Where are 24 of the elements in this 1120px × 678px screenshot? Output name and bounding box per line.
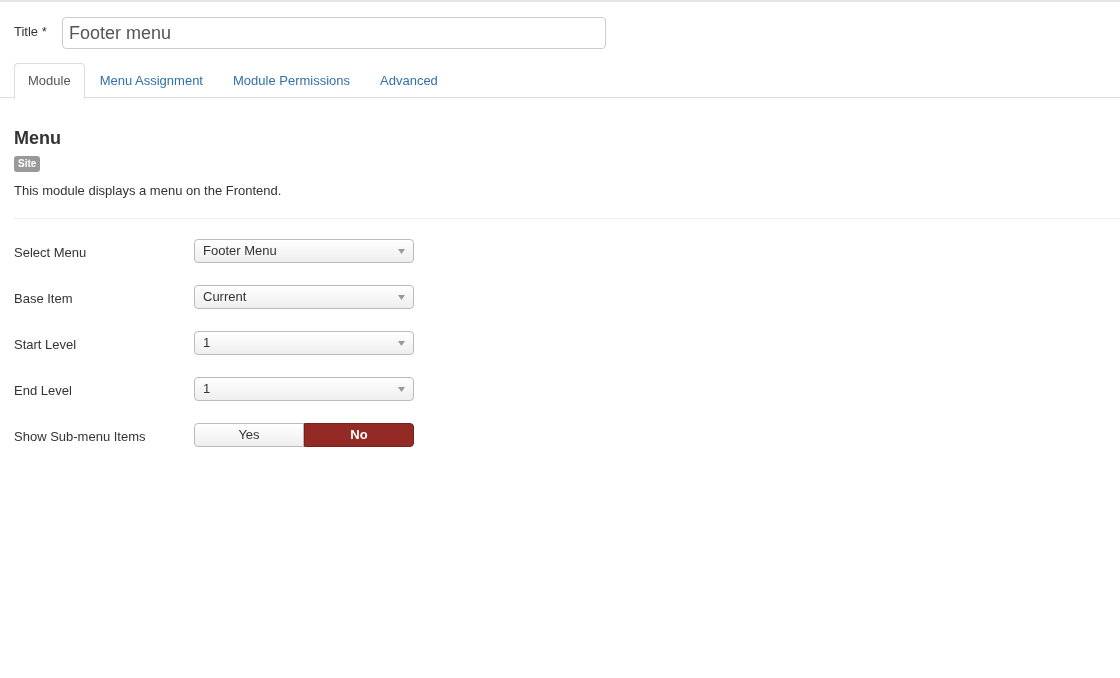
module-description: This module displays a menu on the Frontend. <box>14 181 283 200</box>
field-label: Title * <box>14 23 48 41</box>
field-label: Show Sub-menu Items <box>14 428 147 446</box>
select-dropdown[interactable]: 1 <box>194 377 414 401</box>
select-dropdown[interactable]: Current <box>194 285 414 309</box>
title-input[interactable]: Footer menu <box>62 17 606 49</box>
caret-icon <box>398 248 405 254</box>
caret-icon <box>398 294 405 300</box>
field-label: Base Item <box>14 290 74 308</box>
toggle-option[interactable]: No <box>304 423 414 447</box>
tab[interactable]: Menu Assignment <box>84 63 218 98</box>
tab[interactable]: Advanced <box>365 63 453 98</box>
toggle-option[interactable]: Yes <box>194 423 304 447</box>
site-badge: Site <box>14 156 41 172</box>
module-heading: Menu <box>14 128 62 148</box>
field-label: End Level <box>14 382 73 400</box>
select-dropdown[interactable]: 1 <box>194 331 414 355</box>
select-dropdown[interactable]: Footer Menu <box>194 239 414 263</box>
tab[interactable]: Module <box>14 63 85 99</box>
tab[interactable]: Module Permissions <box>218 63 366 98</box>
caret-icon <box>398 386 405 392</box>
field-label: Start Level <box>14 336 78 354</box>
caret-icon <box>398 340 405 346</box>
field-label: Select Menu <box>14 244 88 262</box>
